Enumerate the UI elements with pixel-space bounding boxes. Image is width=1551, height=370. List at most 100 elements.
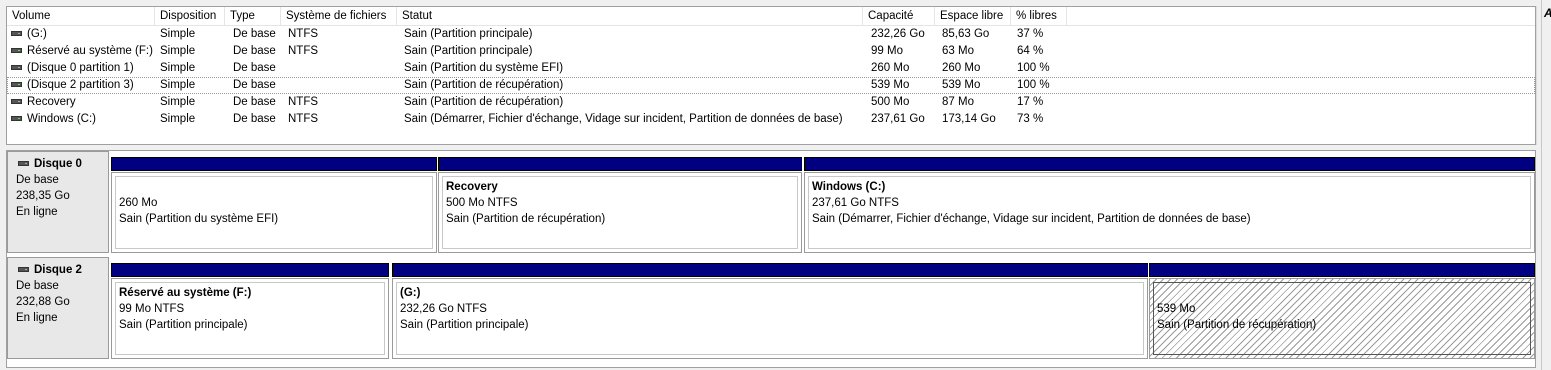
partition-name: [119, 179, 429, 195]
column-header-free-space[interactable]: Espace libre: [935, 7, 1011, 25]
partition-size: 99 Mo NTFS: [119, 303, 185, 315]
partition-disk2-recovery-selected[interactable]: 539 Mo Sain (Partition de récupération): [1149, 263, 1535, 359]
volume-icon: [11, 99, 22, 104]
disk-name: Disque 2: [34, 264, 82, 276]
volume-icon: [11, 82, 22, 87]
partition-name: (G:): [400, 287, 421, 299]
disk-2-label[interactable]: Disque 2 De base 232,88 Go En ligne: [7, 257, 109, 359]
volume-filesystem: NTFS: [288, 28, 319, 40]
volume-disposition: Simple: [160, 96, 196, 108]
volume-icon: [11, 48, 22, 53]
volume-disposition: Simple: [160, 28, 196, 40]
volume-name: Recovery: [27, 96, 76, 108]
partition-name: Windows (C:): [812, 181, 886, 193]
volume-status: Sain (Partition de récupération): [404, 96, 564, 108]
disk-state: En ligne: [16, 206, 58, 218]
volume-disposition: Simple: [160, 113, 196, 125]
partition-disk0-efi[interactable]: 260 Mo Sain (Partition du système EFI): [111, 157, 437, 253]
volume-type: De base: [233, 113, 276, 125]
partition-recovery[interactable]: Recovery 500 Mo NTFS Sain (Partition de …: [438, 157, 802, 253]
partition-bar: [392, 263, 1148, 277]
volume-type: De base: [233, 45, 276, 57]
volume-type: De base: [233, 96, 276, 108]
volume-disposition: Simple: [160, 45, 196, 57]
disk-icon: [18, 161, 29, 166]
disk-state: En ligne: [16, 312, 58, 324]
volume-name: (Disque 0 partition 1): [27, 62, 134, 74]
volume-type: De base: [233, 28, 276, 40]
column-header-capacity[interactable]: Capacité: [863, 7, 935, 25]
volume-status: Sain (Partition principale): [404, 28, 533, 40]
volume-capacity: 260 Mo: [871, 62, 910, 74]
volume-capacity: 232,26 Go: [871, 28, 925, 40]
disk-icon: [18, 267, 29, 272]
column-header-disposition[interactable]: Disposition: [155, 7, 225, 25]
volume-percent-free: 100 %: [1017, 62, 1050, 74]
partition-bar: [438, 157, 802, 171]
adjacent-pane-char: A: [1544, 6, 1551, 20]
partition-size: 232,26 Go NTFS: [400, 303, 487, 315]
volume-status: Sain (Démarrer, Fichier d'échange, Vidag…: [404, 113, 843, 125]
volume-name: Réservé au système (F:): [27, 45, 153, 57]
partition-status: Sain (Partition du système EFI): [119, 213, 279, 225]
volume-list-header: Volume Disposition Type Système de fichi…: [7, 7, 1535, 26]
volume-free-space: 63 Mo: [942, 45, 974, 57]
disk-size: 232,88 Go: [16, 296, 70, 308]
volume-status: Sain (Partition de récupération): [404, 79, 564, 91]
volume-free-space: 260 Mo: [942, 62, 981, 74]
column-header-volume[interactable]: Volume: [7, 7, 155, 25]
partition-bar: [1149, 263, 1535, 277]
volume-filesystem: NTFS: [288, 96, 319, 108]
volume-name: (Disque 2 partition 3): [27, 79, 134, 91]
partition-reserved-f[interactable]: Réservé au système (F:) 99 Mo NTFS Sain …: [111, 263, 389, 359]
volume-free-space: 87 Mo: [942, 96, 974, 108]
volume-type: De base: [233, 79, 276, 91]
partition-bar: [111, 157, 437, 171]
column-header-filesystem[interactable]: Système de fichiers: [281, 7, 397, 25]
volume-status: Sain (Partition principale): [404, 45, 533, 57]
partition-name: [1157, 285, 1527, 301]
partition-status: Sain (Partition de récupération): [446, 213, 606, 225]
volume-icon: [11, 65, 22, 70]
volume-row[interactable]: (Disque 0 partition 1) Simple De base Sain …: [7, 60, 1535, 77]
volume-capacity: 99 Mo: [871, 45, 903, 57]
disk-0-label[interactable]: Disque 0 De base 238,35 Go En ligne: [7, 151, 109, 253]
volume-list[interactable]: Volume Disposition Type Système de fichi…: [6, 6, 1536, 145]
volume-percent-free: 100 %: [1017, 79, 1050, 91]
volume-row[interactable]: (Disque 2 partition 3) Simple De base Sain …: [7, 77, 1535, 94]
column-header-percent-free[interactable]: % libres: [1011, 7, 1067, 25]
volume-capacity: 500 Mo: [871, 96, 910, 108]
disk-graphical-view: Disque 0 De base 238,35 Go En ligne 260 …: [6, 150, 1536, 368]
disk-name: Disque 0: [34, 158, 82, 170]
partition-windows-c[interactable]: Windows (C:) 237,61 Go NTFS Sain (Démarr…: [804, 157, 1535, 253]
partition-name: Recovery: [446, 181, 498, 193]
volume-type: De base: [233, 62, 276, 74]
volume-disposition: Simple: [160, 79, 196, 91]
volume-filesystem: NTFS: [288, 45, 319, 57]
partition-status: Sain (Partition principale): [400, 319, 529, 331]
volume-row[interactable]: Recovery Simple De base NTFS Sain (Partition…: [7, 94, 1535, 111]
partition-bar: [804, 157, 1535, 171]
column-header-type[interactable]: Type: [225, 7, 281, 25]
volume-row[interactable]: (G:) Simple De base NTFS Sain (Partition pri…: [7, 26, 1535, 43]
partition-status: Sain (Partition de récupération): [1157, 319, 1317, 331]
adjacent-pane-edge: A: [1541, 0, 1551, 370]
disk-0: Disque 0 De base 238,35 Go En ligne 260 …: [7, 151, 1535, 253]
volume-percent-free: 17 %: [1017, 96, 1044, 108]
column-header-status[interactable]: Statut: [397, 7, 863, 25]
disk-2: Disque 2 De base 232,88 Go En ligne Rése…: [7, 257, 1535, 359]
disk-type: De base: [16, 280, 59, 292]
partition-name: Réservé au système (F:): [119, 287, 252, 299]
partition-g[interactable]: (G:) 232,26 Go NTFS Sain (Partition prin…: [392, 263, 1148, 359]
partition-size: 237,61 Go NTFS: [812, 197, 899, 209]
partition-size: 260 Mo: [119, 197, 158, 209]
volume-row[interactable]: Windows (C:) Simple De base NTFS Sain (Démar…: [7, 111, 1535, 128]
volume-row[interactable]: Réservé au système (F:) Simple De base NTFS…: [7, 43, 1535, 60]
volume-icon: [11, 116, 22, 121]
volume-disposition: Simple: [160, 62, 196, 74]
volume-percent-free: 73 %: [1017, 113, 1044, 125]
volume-filesystem: NTFS: [288, 113, 319, 125]
volume-status: Sain (Partition du système EFI): [404, 62, 564, 74]
volume-percent-free: 37 %: [1017, 28, 1044, 40]
partition-size: 500 Mo NTFS: [446, 197, 518, 209]
